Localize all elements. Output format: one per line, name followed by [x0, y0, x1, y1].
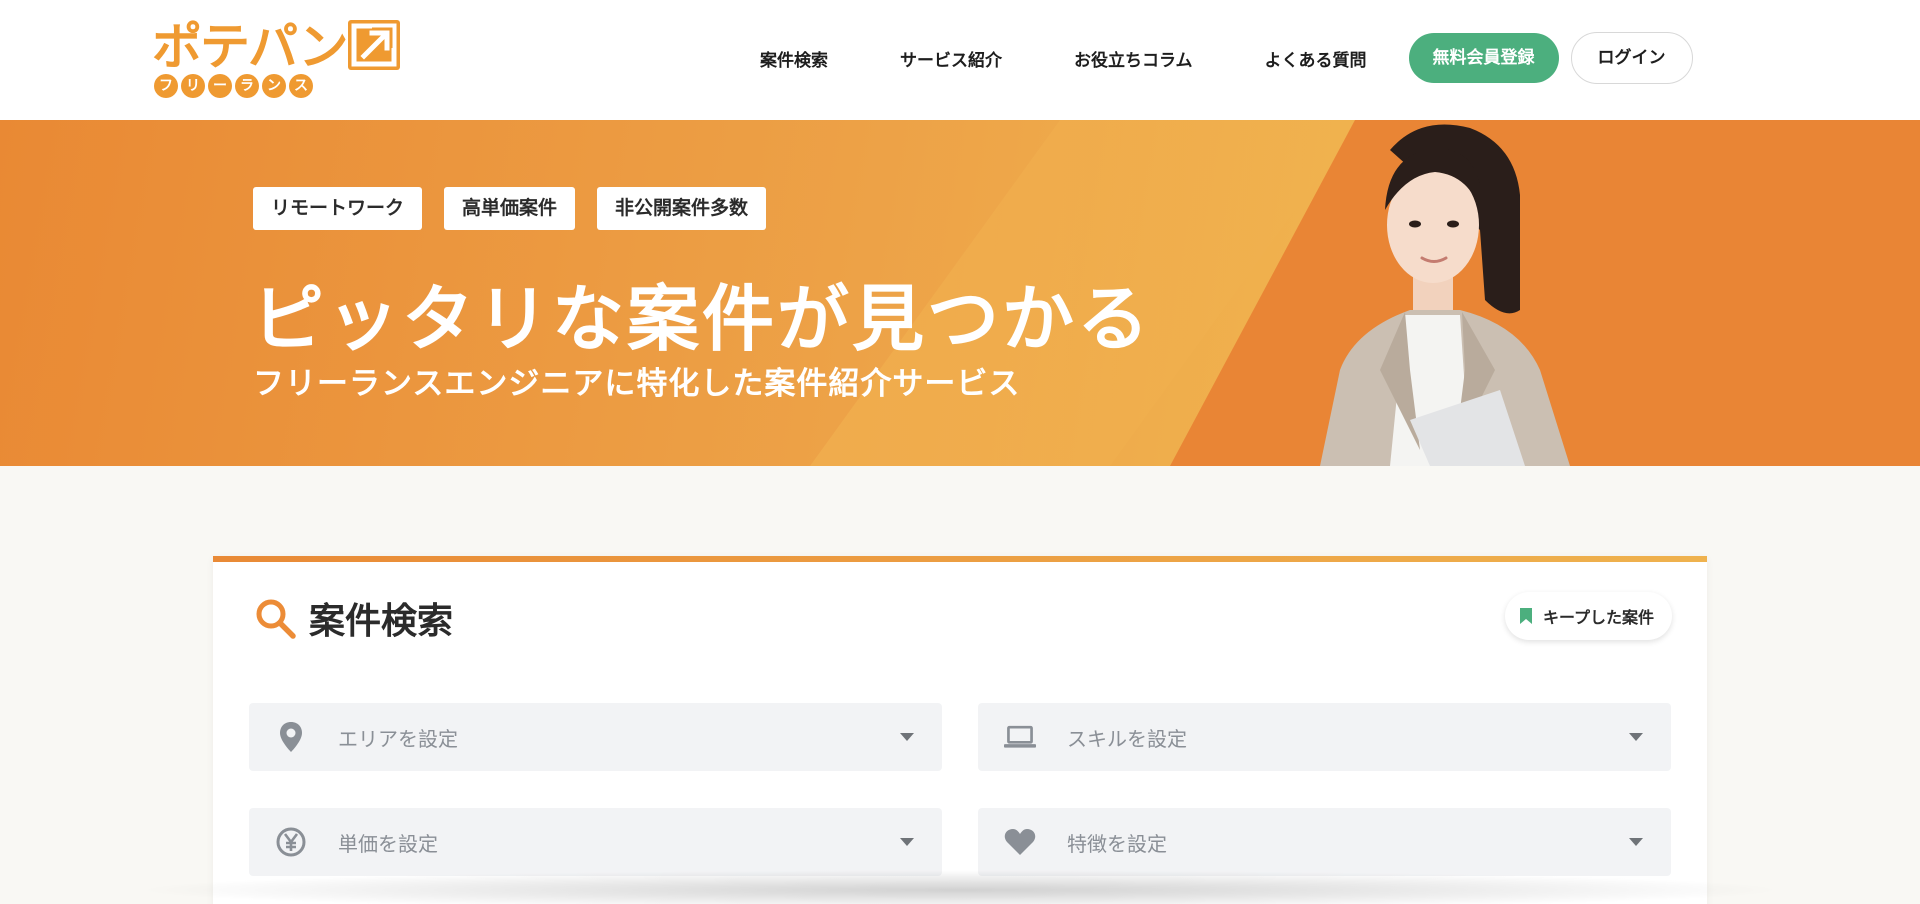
- chevron-down-icon: [900, 838, 914, 846]
- nav-link-job-search[interactable]: 案件検索: [760, 46, 828, 71]
- area-select-label: エリアを設定: [338, 726, 458, 751]
- logo-sub-char: ラ: [235, 74, 259, 98]
- chevron-down-icon: [900, 733, 914, 741]
- price-select[interactable]: 単価を設定: [249, 808, 942, 876]
- hero-banner: リモートワーク 高単価案件 非公開案件多数 ピッタリな案件が見つかる フリーラン…: [0, 120, 1920, 466]
- skill-select[interactable]: スキルを設定: [978, 703, 1671, 771]
- hero-tag-private: 非公開案件多数: [597, 187, 767, 230]
- login-button[interactable]: ログイン: [1570, 32, 1693, 84]
- job-search-panel: 案件検索 キープした案件 エリアを設定 スキルを設定 単価を設定 特徴を設定: [213, 556, 1707, 904]
- logo-sub-char: フ: [154, 74, 178, 98]
- heart-icon: [1004, 826, 1036, 858]
- logo-arrow-icon: [348, 20, 400, 70]
- nav-link-column[interactable]: お役立ちコラム: [1074, 46, 1193, 71]
- hero-subtitle: フリーランスエンジニアに特化した案件紹介サービス: [253, 366, 1021, 402]
- hero-title: ピッタリな案件が見つかる: [252, 277, 1153, 361]
- search-heading: 案件検索: [253, 592, 453, 644]
- feature-select-label: 特徴を設定: [1067, 831, 1167, 856]
- chevron-down-icon: [1629, 838, 1643, 846]
- kept-jobs-button[interactable]: キープした案件: [1504, 592, 1672, 640]
- logo-wordmark: ポテパン: [152, 18, 348, 76]
- logo-sub-char: ン: [262, 74, 286, 98]
- hero-person-image: [1320, 124, 1570, 466]
- logo-sub-char: リ: [181, 74, 205, 98]
- search-icon: [256, 599, 296, 639]
- hero-tags: リモートワーク 高単価案件 非公開案件多数: [253, 187, 767, 230]
- main-nav: 案件検索 サービス紹介 お役立ちコラム よくある質問 無料会員登録 ログイン: [760, 32, 1693, 84]
- hero-tag-remote: リモートワーク: [253, 187, 423, 230]
- nav-link-faq[interactable]: よくある質問: [1265, 46, 1367, 71]
- price-select-label: 単価を設定: [338, 831, 438, 856]
- register-button[interactable]: 無料会員登録: [1408, 33, 1559, 83]
- nav-link-service[interactable]: サービス紹介: [900, 46, 1002, 71]
- site-header: ポテパン フ リ ー ラ ン ス 案件検索 サービス紹介 お役立ちコラム よくあ…: [0, 0, 1920, 120]
- logo-sub-char: ス: [289, 74, 313, 98]
- bookmark-icon: [1519, 608, 1532, 624]
- laptop-icon: [1004, 721, 1036, 753]
- hero-tag-high-price: 高単価案件: [444, 187, 576, 230]
- location-pin-icon: [275, 721, 307, 753]
- kept-jobs-label: キープした案件: [1542, 608, 1654, 627]
- logo-subtitle: フ リ ー ラ ン ス: [154, 74, 313, 98]
- chevron-down-icon: [1629, 733, 1643, 741]
- area-select[interactable]: エリアを設定: [249, 703, 942, 771]
- feature-select[interactable]: 特徴を設定: [978, 808, 1671, 876]
- logo-sub-char: ー: [208, 74, 232, 98]
- skill-select-label: スキルを設定: [1067, 726, 1187, 751]
- search-title: 案件検索: [309, 601, 454, 642]
- site-logo[interactable]: ポテパン フ リ ー ラ ン ス: [152, 18, 402, 100]
- yen-icon: [275, 826, 307, 858]
